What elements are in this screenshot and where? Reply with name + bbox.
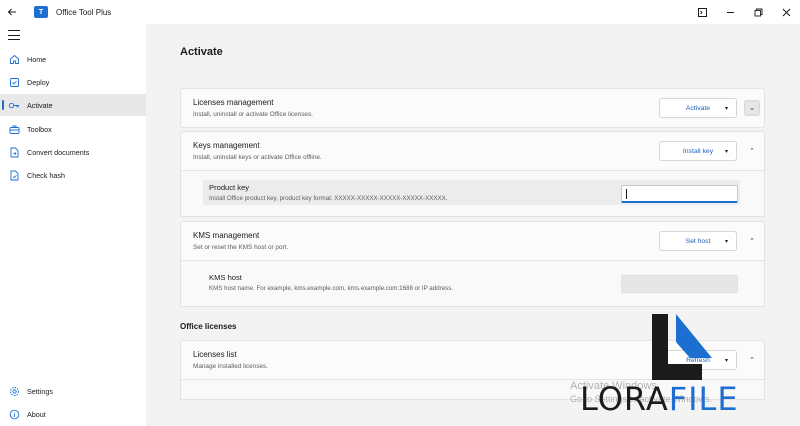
sidebar-item-label: Activate xyxy=(27,100,53,110)
gear-icon xyxy=(8,385,20,397)
install-key-dropdown-label: Install key xyxy=(682,147,714,155)
window-controls xyxy=(688,0,800,24)
sidebar-item-check-hash[interactable]: Check hash xyxy=(0,164,146,186)
sidebar-item-activate[interactable]: Activate xyxy=(0,94,146,116)
office-licenses-section-title: Office licenses xyxy=(180,322,237,331)
page-title: Activate xyxy=(180,46,223,58)
close-icon xyxy=(782,8,790,16)
sidebar-item-label: Home xyxy=(27,54,47,64)
toolbox-icon xyxy=(8,123,20,135)
activate-dropdown-button[interactable]: Activate ▾ xyxy=(659,98,737,118)
licenses-management-card: Licenses management Install, uninstall o… xyxy=(180,88,765,128)
terminal-button[interactable] xyxy=(688,0,716,24)
set-host-dropdown-button[interactable]: Set host ▾ xyxy=(659,231,737,251)
lorafile-logo-text: LORAFILE xyxy=(580,380,739,418)
hamburger-menu-icon[interactable] xyxy=(8,30,20,40)
kms-host-description: KMS host name. For example, kms.example.… xyxy=(209,285,454,292)
chevron-down-icon: ▾ xyxy=(724,239,728,245)
kms-host-input[interactable] xyxy=(621,275,738,293)
sidebar-item-convert-documents[interactable]: Convert documents xyxy=(0,141,146,163)
sidebar-item-label: About xyxy=(27,409,46,419)
deploy-icon xyxy=(8,76,20,88)
kms-host-panel: KMS host KMS host name. For example, kms… xyxy=(180,261,765,307)
product-key-description: Install Office product key, product key … xyxy=(209,195,448,202)
kms-management-title: KMS management xyxy=(193,231,260,240)
text-cursor xyxy=(626,189,627,199)
licenses-management-title: Licenses management xyxy=(193,98,274,107)
title-bar: T Office Tool Plus xyxy=(0,0,800,24)
convert-document-icon xyxy=(8,146,20,158)
restore-button[interactable] xyxy=(744,0,772,24)
keys-management-expander[interactable]: ⌃ xyxy=(744,143,760,159)
sidebar-item-label: Check hash xyxy=(27,170,65,180)
key-icon xyxy=(8,99,20,111)
chevron-down-icon: ▾ xyxy=(724,149,728,155)
logo-text-part2: FILE xyxy=(668,380,739,418)
app-title: Office Tool Plus xyxy=(56,7,112,17)
logo-text-part1: LORA xyxy=(580,380,669,418)
sidebar-item-about[interactable]: About xyxy=(0,403,146,425)
check-hash-icon xyxy=(8,169,20,181)
sidebar-item-deploy[interactable]: Deploy xyxy=(0,71,146,93)
kms-management-expander[interactable]: ⌃ xyxy=(744,233,760,249)
sidebar-item-settings[interactable]: Settings xyxy=(0,380,146,402)
terminal-icon xyxy=(697,7,707,17)
keys-management-title: Keys management xyxy=(193,141,260,150)
licenses-list-title: Licenses list xyxy=(193,350,237,359)
set-host-dropdown-label: Set host xyxy=(685,237,711,245)
app-logo-icon: T xyxy=(34,6,48,18)
kms-management-card: KMS management Set or reset the KMS host… xyxy=(180,221,765,261)
licenses-management-description: Install, uninstall or activate Office li… xyxy=(193,111,313,118)
sidebar-item-label: Deploy xyxy=(27,77,50,87)
chevron-down-icon: ⌄ xyxy=(749,105,755,112)
product-key-title: Product key xyxy=(209,183,250,192)
sidebar-item-label: Convert documents xyxy=(27,147,90,157)
kms-management-description: Set or reset the KMS host or port. xyxy=(193,244,289,251)
home-icon xyxy=(8,53,20,65)
sidebar-item-toolbox[interactable]: Toolbox xyxy=(0,118,146,140)
activate-dropdown-label: Activate xyxy=(685,104,711,112)
keys-management-card: Keys management Install, uninstall keys … xyxy=(180,131,765,171)
back-button[interactable] xyxy=(0,0,24,24)
info-icon xyxy=(8,408,20,420)
back-arrow-icon xyxy=(7,8,16,16)
chevron-up-icon: ⌃ xyxy=(749,238,755,245)
minimize-button[interactable] xyxy=(716,0,744,24)
sidebar-item-home[interactable]: Home xyxy=(0,48,146,70)
sidebar-item-label: Settings xyxy=(27,386,53,396)
sidebar-item-label: Toolbox xyxy=(27,124,52,134)
product-key-input[interactable] xyxy=(621,185,738,203)
chevron-up-icon: ⌃ xyxy=(749,148,755,155)
minimize-icon xyxy=(726,11,734,13)
kms-host-title: KMS host xyxy=(209,273,242,282)
licenses-management-expander[interactable]: ⌄ xyxy=(744,100,760,116)
keys-management-description: Install, uninstall keys or activate Offi… xyxy=(193,154,322,161)
product-key-panel: Product key Install Office product key, … xyxy=(180,171,765,217)
licenses-list-description: Manage installed licenses. xyxy=(193,363,268,370)
chevron-down-icon: ▾ xyxy=(724,106,728,112)
restore-icon xyxy=(754,8,762,16)
install-key-dropdown-button[interactable]: Install key ▾ xyxy=(659,141,737,161)
close-button[interactable] xyxy=(772,0,800,24)
sidebar: Home Deploy Activate Toolbox Convert doc… xyxy=(0,24,146,426)
